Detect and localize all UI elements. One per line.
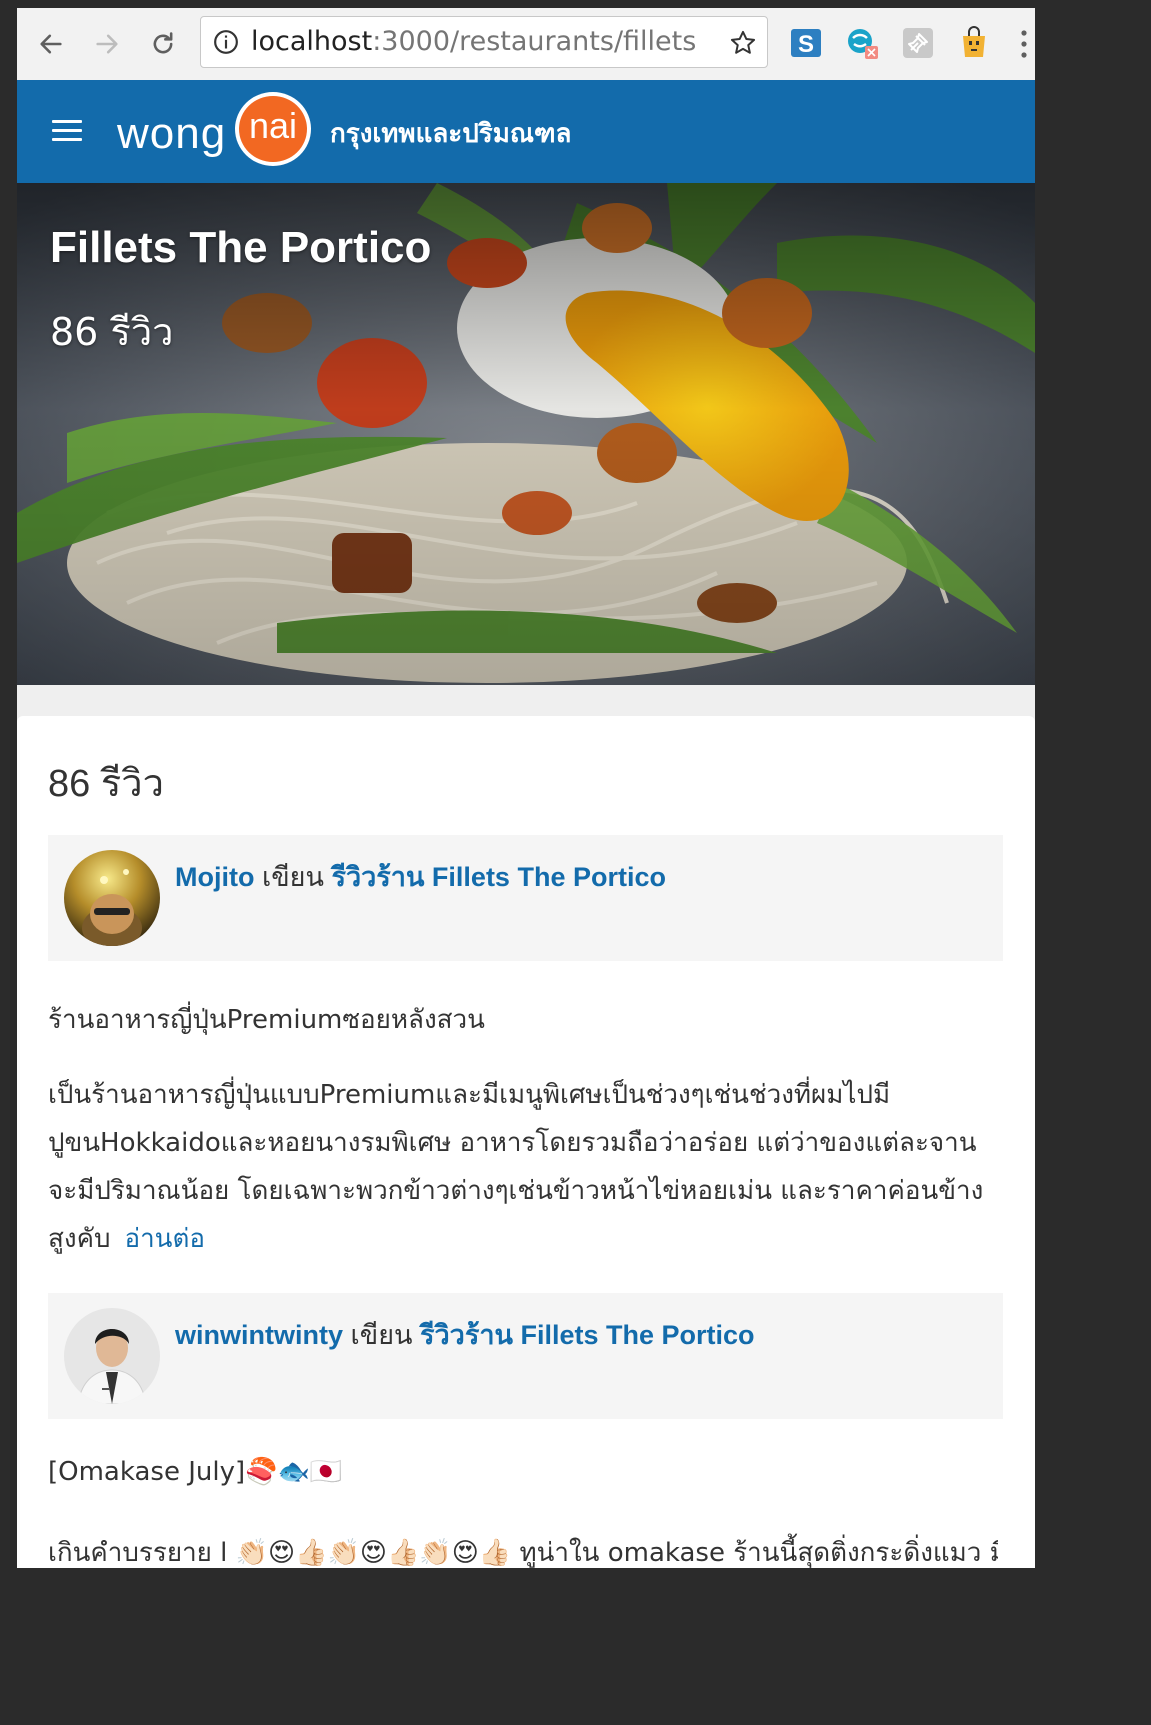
arrow-left-icon xyxy=(40,34,62,54)
browser-menu-icon[interactable] xyxy=(1018,28,1030,60)
back-button[interactable] xyxy=(33,26,69,62)
review-title-link[interactable]: รีวิวร้าน Fillets The Portico xyxy=(420,1320,754,1350)
avatar[interactable] xyxy=(64,850,160,946)
review-body: เกินคำบรรยาย l 👏🏻😍👍🏻👏🏻😍👍🏻👏🏻😍👍🏻 ทูน่าใน o… xyxy=(48,1529,998,1568)
browser-window: localhost:3000/restaurants/fillets S won… xyxy=(17,8,1035,1568)
browser-toolbar: localhost:3000/restaurants/fillets S xyxy=(17,8,1035,81)
app-header: wong nai กรุงเทพและปริมณฑล xyxy=(17,80,1035,183)
reviewer-name-link[interactable]: winwintwinty xyxy=(175,1320,343,1350)
review-title-link[interactable]: รีวิวร้าน Fillets The Portico xyxy=(331,862,665,892)
url-text[interactable]: localhost:3000/restaurants/fillets xyxy=(251,27,696,57)
avatar[interactable] xyxy=(64,1308,160,1404)
review-header: winwintwinty เขียน รีวิวร้าน Fillets The… xyxy=(48,1293,1003,1419)
byline-verb: เขียน xyxy=(350,1320,413,1350)
review-byline: Mojito เขียน รีวิวร้าน Fillets The Porti… xyxy=(175,855,666,898)
hamburger-menu-icon[interactable] xyxy=(52,120,82,142)
restaurant-name: Fillets The Portico xyxy=(50,223,432,272)
read-more-link[interactable]: อ่านต่อ xyxy=(124,1224,205,1254)
star-icon[interactable] xyxy=(729,29,757,57)
review-body-text: เกินคำบรรยาย l 👏🏻😍👍🏻👏🏻😍👍🏻👏🏻😍👍🏻 ทูน่าใน o… xyxy=(48,1538,998,1568)
review-header: Mojito เขียน รีวิวร้าน Fillets The Porti… xyxy=(48,835,1003,961)
user-avatar-image xyxy=(64,1308,160,1404)
hero-review-count: 86 รีวิว xyxy=(50,310,174,354)
svg-text:S: S xyxy=(798,31,814,58)
review-body: เป็นร้านอาหารญี่ปุ่นแบบPremiumและมีเมนูพ… xyxy=(48,1071,998,1263)
logo-text-left: wong xyxy=(117,109,227,158)
pin-extension-icon[interactable] xyxy=(901,26,935,60)
address-bar[interactable]: localhost:3000/restaurants/fillets xyxy=(200,16,768,68)
s-extension-icon[interactable]: S xyxy=(789,26,823,60)
review-headline: [Omakase July]🍣🐟🇯🇵 xyxy=(48,1457,343,1487)
reload-button[interactable] xyxy=(145,26,181,62)
review-headline: ร้านอาหารญี่ปุ่นPremiumซอยหลังสวน xyxy=(48,1005,485,1035)
logo-text-right: nai xyxy=(239,96,307,162)
arrow-right-icon xyxy=(96,34,118,54)
restaurant-hero: Fillets The Portico 86 รีวิว xyxy=(17,183,1035,685)
globe-extension-icon[interactable] xyxy=(845,26,879,60)
reload-icon xyxy=(153,32,173,54)
region-selector[interactable]: กรุงเทพและปริมณฑล xyxy=(330,113,571,154)
reviews-card: 86 รีวิว Mojito เขียน รีวิวร้าน Fillets … xyxy=(17,716,1035,1568)
url-host: localhost xyxy=(251,26,373,57)
reviewer-name-link[interactable]: Mojito xyxy=(175,862,254,892)
bag-extension-icon[interactable] xyxy=(957,26,991,60)
reviews-section-title: 86 รีวิว xyxy=(48,763,164,805)
wongnai-logo[interactable]: wong nai xyxy=(117,92,317,172)
info-icon[interactable] xyxy=(213,29,239,55)
forward-button[interactable] xyxy=(89,26,125,62)
url-path: :3000/restaurants/fillets xyxy=(372,26,697,57)
user-avatar-image xyxy=(64,850,160,946)
byline-verb: เขียน xyxy=(262,862,324,892)
review-byline: winwintwinty เขียน รีวิวร้าน Fillets The… xyxy=(175,1313,754,1356)
